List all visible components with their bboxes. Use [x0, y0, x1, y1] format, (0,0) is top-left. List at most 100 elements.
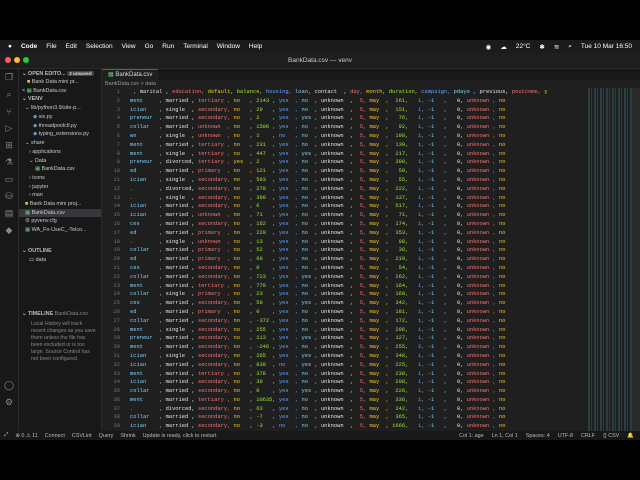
remote-icon[interactable]: ▭: [0, 171, 18, 188]
code-line[interactable]: 23 ment , married , tertiary , no , 779 ,…: [102, 282, 588, 291]
code-line[interactable]: 3 ician , single , secondary, no , 29 , y…: [102, 106, 588, 115]
indentation[interactable]: Spaces: 4: [526, 433, 550, 439]
tree-folder[interactable]: ⌄ lib/python3.9/site-p...: [19, 104, 101, 113]
menu-help[interactable]: Help: [249, 43, 262, 50]
line-ending[interactable]: CRLF: [581, 433, 595, 439]
venv-section[interactable]: ⌄ VENV: [19, 95, 101, 104]
code-line[interactable]: 31 ician , single , secondary, no , 265 ,…: [102, 352, 588, 361]
code-line[interactable]: 14 ician , married , secondary, no , 6 , …: [102, 202, 588, 211]
shrink-button[interactable]: Shrink: [120, 433, 135, 439]
menu-selection[interactable]: Selection: [86, 43, 113, 50]
search-icon[interactable]: ⌕: [568, 43, 572, 51]
tree-file[interactable]: ◆ typing_extensions.py: [19, 130, 101, 139]
tree-file[interactable]: ▦ WA_Fn-UseC_-Telco...: [19, 226, 101, 235]
python-icon[interactable]: ◆: [0, 222, 18, 239]
language-mode[interactable]: {} CSV: [603, 433, 619, 439]
bluetooth-icon[interactable]: ✱: [539, 43, 544, 51]
problems-count[interactable]: ⊗ 0 ⚠ 11: [15, 433, 37, 439]
code-line[interactable]: 28 ment , single , secondary, no , 255 , …: [102, 326, 588, 335]
tree-folder[interactable]: ⌄ share: [19, 139, 101, 148]
code-line[interactable]: 38 collar , married , secondary, no , -7 …: [102, 413, 588, 422]
code-line[interactable]: 26 ed , married , primary , no , 0 , yes …: [102, 308, 588, 317]
connect-button[interactable]: Connect: [45, 433, 65, 439]
settings-gear-icon[interactable]: ⚙: [0, 394, 18, 411]
code-line[interactable]: 37 . , divorced, secondary, no , 63 , yes…: [102, 405, 588, 414]
csv-editor[interactable]: 1 , marital , education, default, balanc…: [102, 88, 588, 431]
tree-file-selected[interactable]: ▦ BankData.csv: [19, 208, 101, 218]
cursor-position[interactable]: Ln 1, Col 1: [492, 433, 518, 439]
code-line[interactable]: 33 ment , married , tertiary , no , 378 ,…: [102, 370, 588, 379]
open-editor-item[interactable]: ■ Bank Data mini pr...: [19, 78, 101, 87]
search-icon[interactable]: ⌕: [0, 86, 18, 103]
menu-run[interactable]: Run: [162, 43, 174, 50]
menu-code[interactable]: Code: [21, 43, 37, 50]
apple-menu-icon[interactable]: ●: [8, 43, 12, 50]
tree-file[interactable]: ⚙ pyvenv.cfg: [19, 217, 101, 226]
code-line[interactable]: 22 collar , married , secondary, no , 723…: [102, 273, 588, 282]
code-line[interactable]: 24 collar , single , primary , no , 23 , …: [102, 290, 588, 299]
code-line[interactable]: 25 ces , married , secondary, no , 50 , y…: [102, 299, 588, 308]
code-line[interactable]: 21 ces , married , secondary, no , 0 , ye…: [102, 264, 588, 273]
code-line[interactable]: 18 . , single , unknown , no , 13 , yes ,…: [102, 238, 588, 247]
menu-file[interactable]: File: [46, 43, 56, 50]
code-line[interactable]: 16 ces , married , secondary, no , 162 , …: [102, 220, 588, 229]
menu-edit[interactable]: Edit: [66, 43, 77, 50]
encoding[interactable]: UTF-8: [558, 433, 573, 439]
tree-folder[interactable]: › applications: [19, 148, 101, 157]
code-line[interactable]: 34 ician , married , secondary, no , 39 ,…: [102, 378, 588, 387]
code-line[interactable]: 29 preneur , married , secondary, no , 11…: [102, 334, 588, 343]
notifications-bell-icon[interactable]: 🔔: [627, 433, 634, 439]
code-line[interactable]: 15 ician , married , unknown , no , 71 , …: [102, 211, 588, 220]
menu-terminal[interactable]: Terminal: [183, 43, 208, 50]
code-line[interactable]: 19 collar , married , primary , no , 52 ,…: [102, 246, 588, 255]
record-icon[interactable]: ◉: [486, 43, 492, 51]
menu-view[interactable]: View: [122, 43, 136, 50]
wifi-icon[interactable]: ≋: [554, 43, 559, 51]
code-line[interactable]: 4 preneur , married , secondary, no , 2 ,…: [102, 114, 588, 123]
open-editor-item-active[interactable]: × ▦ BankData.csv: [19, 87, 101, 96]
timeline-section[interactable]: ⌄ TIMELINE BankData.csv: [19, 310, 101, 319]
code-line[interactable]: 12 . , divorced, secondary, no , 270 , ye…: [102, 185, 588, 194]
breadcrumb[interactable]: BankData.csv > data: [102, 80, 640, 88]
tree-file[interactable]: ■ Bank Data mini proj...: [19, 200, 101, 209]
tree-file[interactable]: ◆ six.py: [19, 113, 101, 122]
clock[interactable]: Tue 10 Mar 16:50: [581, 43, 632, 50]
code-line[interactable]: 9 preneur , divorced, tertiary , yes , 2 …: [102, 158, 588, 167]
remote-icon[interactable]: ⤢: [4, 432, 8, 439]
tab-bankdata-csv[interactable]: ▦ BankData.csv: [102, 69, 159, 80]
account-icon[interactable]: ◯: [0, 377, 18, 394]
run-debug-icon[interactable]: ▷: [0, 120, 18, 137]
tree-file[interactable]: ▦ BankData.csv: [19, 165, 101, 174]
tree-file[interactable]: ◆ threadpoolctl.py: [19, 122, 101, 131]
code-line[interactable]: 1 , marital , education, default, balanc…: [102, 88, 588, 97]
tree-folder[interactable]: › jupyter: [19, 183, 101, 192]
outline-section[interactable]: ⌄ OUTLINE: [19, 247, 101, 256]
code-line[interactable]: 36 ment , married , tertiary , no , 10635…: [102, 396, 588, 405]
code-line[interactable]: 30 ment , married , secondary, no , -246 …: [102, 343, 588, 352]
column-info[interactable]: Col 1: age: [459, 433, 484, 439]
code-line[interactable]: 20 ed , married , primary , no , 60 , yes…: [102, 255, 588, 264]
close-icon[interactable]: ×: [22, 88, 25, 94]
code-line[interactable]: 39 ician , married , secondary, no , -3 ,…: [102, 422, 588, 431]
update-notice[interactable]: Update is ready, click to restart.: [143, 433, 218, 439]
code-line[interactable]: 11 ician , single , secondary, no , 593 ,…: [102, 176, 588, 185]
minimap[interactable]: [588, 88, 632, 431]
code-line[interactable]: 27 collar , married , secondary, no , -37…: [102, 317, 588, 326]
query-button[interactable]: Query: [99, 433, 114, 439]
tree-folder[interactable]: › icons: [19, 174, 101, 183]
source-control-icon[interactable]: ⑂: [0, 103, 18, 120]
explorer-icon[interactable]: ❐: [0, 69, 18, 86]
code-line[interactable]: 17 ed , married , primary , no , 229 , ye…: [102, 229, 588, 238]
flask-icon[interactable]: ⚗: [0, 154, 18, 171]
open-editors-section[interactable]: ⌄ OPEN EDITO... 2 unsaved: [19, 69, 101, 78]
code-line[interactable]: 32 ician , married , secondary, no , 839 …: [102, 361, 588, 370]
code-line[interactable]: 6 wn , single , unknown , no , 1 , no , n…: [102, 132, 588, 141]
docker-icon[interactable]: ▤: [0, 205, 18, 222]
menu-go[interactable]: Go: [145, 43, 154, 50]
code-line[interactable]: 2 ment , married , tertiary , no , 2143 ,…: [102, 97, 588, 106]
code-line[interactable]: 5 collar , married , unknown , no , 1506 …: [102, 123, 588, 132]
code-line[interactable]: 7 ment , married , tertiary , no , 231 , …: [102, 141, 588, 150]
database-icon[interactable]: ⛁: [0, 188, 18, 205]
code-line[interactable]: 35 collar , married , secondary, no , 0 ,…: [102, 387, 588, 396]
code-line[interactable]: 13 . , single , secondary, no , 390 , yes…: [102, 194, 588, 203]
